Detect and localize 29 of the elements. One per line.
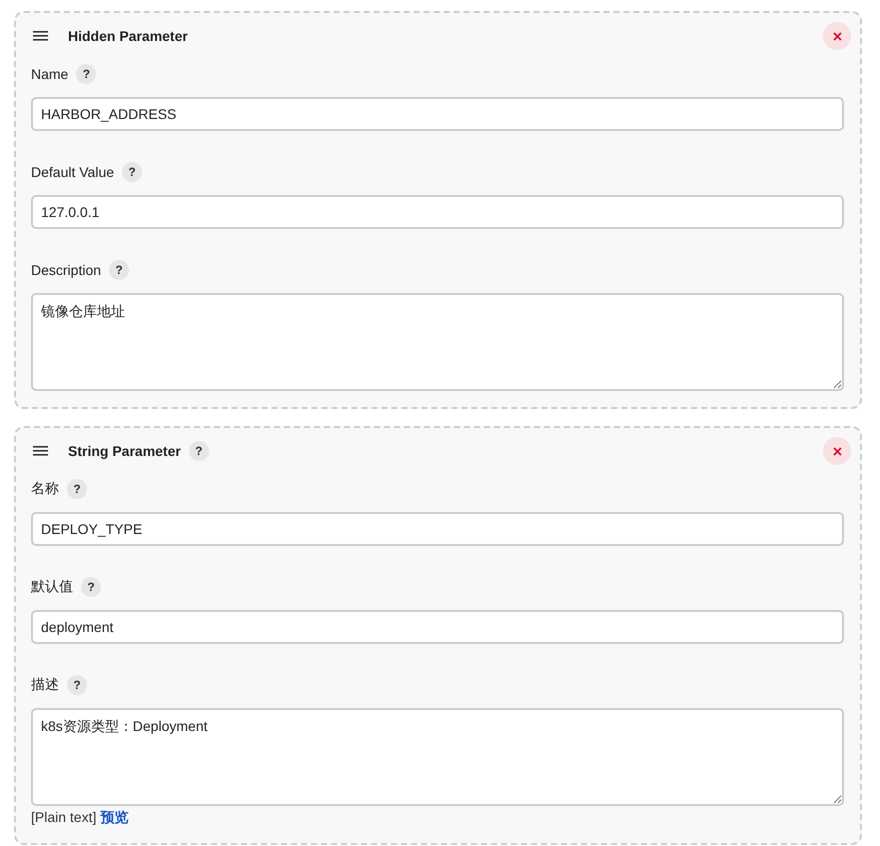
drag-handle-icon[interactable] [33, 446, 48, 456]
field-label: Name [31, 66, 68, 82]
field-label: 名称 [31, 480, 59, 498]
field-label: 描述 [31, 676, 59, 694]
field-label: Description [31, 262, 102, 278]
close-icon [832, 446, 842, 456]
help-button[interactable]: ? [109, 260, 130, 280]
field-label: 默认值 [31, 578, 73, 596]
help-button[interactable]: ? [188, 441, 209, 461]
input-field[interactable]: HARBOR_ADDRESS [31, 97, 844, 131]
text-area[interactable]: 镜像仓库地址 [31, 293, 844, 391]
parameter-title: String Parameter [68, 443, 181, 459]
input-field[interactable]: deployment [31, 610, 844, 644]
format-label: [Plain text] [31, 809, 96, 825]
help-button[interactable]: ? [76, 64, 96, 84]
close-icon [832, 32, 842, 40]
help-button[interactable]: ? [122, 162, 142, 182]
help-button[interactable]: ? [67, 479, 87, 499]
parameter-title: Hidden Parameter [68, 28, 188, 44]
input-field[interactable]: DEPLOY_TYPE [31, 512, 844, 546]
help-button[interactable]: ? [67, 675, 87, 695]
input-field[interactable]: 127.0.0.1 [31, 195, 844, 229]
drag-handle-icon[interactable] [33, 31, 48, 41]
close-button[interactable] [823, 437, 851, 465]
text-area[interactable]: k8s资源类型：Deployment [31, 708, 844, 806]
close-button[interactable] [823, 22, 851, 50]
preview-link[interactable]: 预览 [100, 809, 128, 825]
field-label: Default Value [31, 164, 114, 180]
help-button[interactable]: ? [81, 577, 101, 597]
